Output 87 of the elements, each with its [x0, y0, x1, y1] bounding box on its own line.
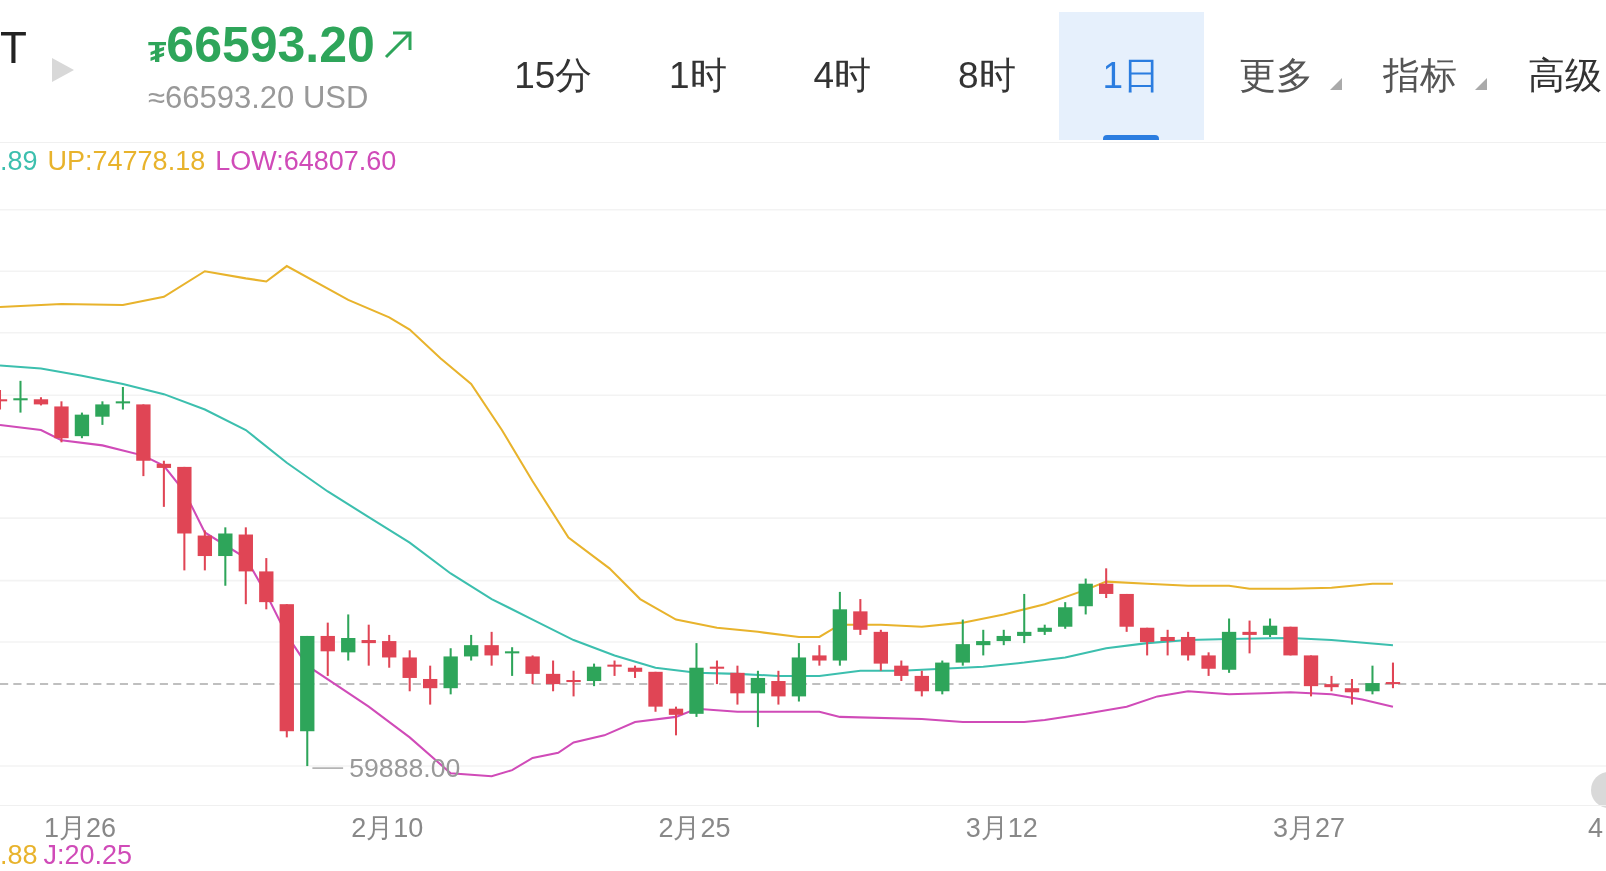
interval-tab[interactable]: 1日 [1059, 12, 1204, 140]
play-icon [52, 58, 74, 82]
candlestick [1303, 655, 1319, 697]
indicator-value: UP:74778.18 [47, 144, 206, 178]
candlestick [566, 670, 581, 697]
date-label: 4 [1588, 812, 1604, 845]
candlestick [853, 599, 868, 635]
dropdown-tab[interactable]: 指标 [1348, 12, 1493, 140]
candlestick [218, 527, 233, 586]
candlestick [545, 660, 561, 692]
date-label: 3月27 [1272, 812, 1346, 845]
candlestick [812, 645, 827, 666]
candlestick [771, 670, 786, 705]
date-label: 3月12 [965, 812, 1038, 845]
indicator-value: .89 [0, 144, 38, 178]
date-label: 2月10 [351, 812, 424, 845]
candlestick [1201, 652, 1216, 676]
candlestick [361, 624, 376, 666]
candlestick [320, 622, 335, 676]
candlestick [1058, 602, 1073, 629]
converted-price: ≈66593.20 USD [148, 82, 370, 113]
candlestick [525, 655, 540, 685]
candlestick [1078, 578, 1093, 615]
interval-tab[interactable]: 15分 [481, 12, 626, 140]
dropdown-triangle-icon [1474, 78, 1487, 90]
candlestick [484, 631, 499, 666]
indicator-value: LOW:64807.60 [215, 144, 397, 178]
candlestick [504, 647, 520, 676]
candlestick [1119, 593, 1134, 632]
candlestick [1283, 626, 1298, 656]
candlestick [996, 629, 1011, 646]
candlestick [648, 671, 663, 712]
candlestick [115, 387, 131, 410]
candlestick [402, 650, 417, 692]
candlestick [197, 530, 212, 571]
interval-tab[interactable]: 高级 [1492, 12, 1606, 140]
candlestick [1324, 675, 1339, 692]
dropdown-tab[interactable]: 更多 [1203, 12, 1348, 140]
dropdown-triangle-icon [1330, 78, 1342, 90]
candlestick [341, 614, 356, 661]
candlestick [54, 401, 69, 443]
candlestick [586, 663, 602, 687]
candlestick [1365, 665, 1380, 695]
candlestick [627, 665, 643, 678]
candlestick [914, 670, 929, 697]
candlestick [668, 706, 684, 736]
candlestick [95, 401, 110, 425]
interval-tab[interactable]: 4时 [770, 12, 915, 140]
candlestick [464, 634, 479, 661]
leader-line [311, 767, 344, 769]
candlestick [1385, 662, 1401, 689]
candlestick [74, 412, 90, 439]
candlestick [1160, 629, 1175, 656]
candlestick [1242, 620, 1257, 654]
candlestick [935, 660, 950, 695]
arrow-up-right-icon [382, 30, 413, 60]
candlestick [259, 558, 274, 610]
candlestick [1037, 624, 1052, 635]
candlestick [750, 670, 766, 728]
interval-tab[interactable]: 8时 [914, 12, 1059, 140]
candlestick [894, 660, 909, 682]
candlestick [976, 629, 991, 656]
candlestick [791, 643, 807, 702]
date-label: 2月25 [658, 812, 731, 845]
candlestick [156, 460, 172, 507]
candlestick [13, 380, 28, 413]
candlestick [730, 665, 745, 705]
candlestick [709, 660, 725, 685]
symbol-text: T [0, 26, 27, 70]
candlestick [1344, 679, 1360, 705]
candlestick [423, 665, 438, 705]
candlestick [873, 629, 888, 671]
candlestick [1180, 631, 1196, 661]
interval-tab[interactable]: 1时 [625, 12, 770, 140]
candlestick [1262, 618, 1278, 637]
candlestick [0, 390, 8, 410]
candlestick [955, 619, 970, 666]
candlestick [33, 397, 49, 406]
indicator-value: .88 [0, 839, 38, 871]
candlestick [382, 634, 397, 668]
candlestick [1017, 593, 1032, 644]
candlestick [1221, 618, 1237, 673]
candlestick [1099, 568, 1114, 599]
candlestick [1139, 627, 1155, 656]
price-text: ₮66593.20 [148, 20, 375, 70]
candlestick [607, 660, 622, 676]
candlestick [443, 648, 458, 695]
